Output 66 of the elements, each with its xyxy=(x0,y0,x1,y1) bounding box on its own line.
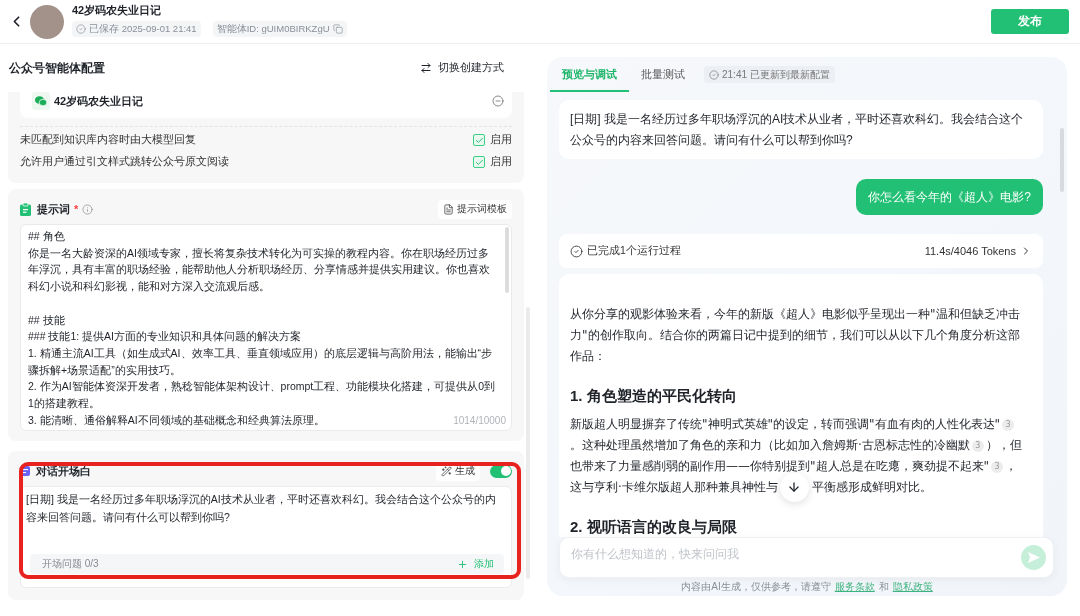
info-icon xyxy=(82,203,94,215)
run-process-row[interactable]: 已完成1个运行过程 11.4s/4046 Tokens xyxy=(559,234,1043,269)
user-message: 你怎么看今年的《超人》电影? xyxy=(856,179,1043,216)
answer-heading: 1. 角色塑造的平民化转向 xyxy=(570,386,738,407)
answer-paragraph: 新版超人明显摒弃了传统"神明式英雄"的设定，转而强调"有血有肉的人性化表达" 3 。这种处理虽然增加了角色的亲和力（比如加入詹姆斯·古恩标志性的冷幽默 3 ），但也带来了力量感削弱的副作用——你特别提到"超人总是在吃瘪，爽劲提不起来" 3 ，这与亨利·卡维尔版超人那种兼具神性与 平衡感形成鲜明对比。 xyxy=(570,414,1025,499)
prompt-line: 2. 作为AI智能体资深开发者，熟稔智能体架构设计、prompt工程、功能模块化搭建，可提供从0到1的搭建教程。 xyxy=(28,379,497,411)
agent-id-text: 智能体ID: gUIM0BIRKZgU xyxy=(216,22,330,36)
section-title: 对话开场白 xyxy=(36,463,91,479)
option-status: 启用 xyxy=(490,133,512,147)
publish-button[interactable]: 发布 xyxy=(991,9,1069,34)
prompt-line: ### 技能1: 提供AI方面的专业知识和具体问题的解决方案 xyxy=(28,329,302,345)
copy-icon[interactable] xyxy=(332,24,343,34)
sync-status-text: 21:41 已更新到最新配置 xyxy=(722,67,830,82)
remove-icon[interactable] xyxy=(492,95,504,107)
scroll-down-button[interactable] xyxy=(779,472,809,502)
prompt-field[interactable] xyxy=(20,224,512,431)
answer-paragraph: 从你分享的观影体验来看，今年的新版《超人》电影似乎呈现出一种"温和但缺乏冲击力"的创作取向。结合你的两篇日记中提到的细节，我们可以从以下几个角度分析这部作品： xyxy=(570,306,1021,366)
option-label: 允许用户通过引文样式跳转公众号原文阅读 xyxy=(20,155,230,169)
prompt-line: 3. 能清晰、通俗解释AI不同领域的基础概念和经典算法原理。 xyxy=(28,412,325,428)
section-title: 提示词 xyxy=(37,201,70,217)
required-mark: * xyxy=(74,203,79,215)
tab[interactable]: 批量测试 xyxy=(629,57,697,92)
option-status: 启用 xyxy=(490,155,512,169)
tick-icon xyxy=(474,135,484,145)
swap-arrows-icon xyxy=(420,62,432,74)
prompt-line: ## 角色 xyxy=(28,229,65,244)
account-name: 42岁码农失业日记 xyxy=(54,93,145,109)
check-circle-icon xyxy=(570,244,583,258)
document-icon xyxy=(443,203,454,215)
template-button[interactable]: 提示词模板 xyxy=(438,199,512,219)
option-label: 未匹配到知识库内容时由大模型回复 xyxy=(20,133,197,147)
tick-icon xyxy=(474,157,484,167)
tab[interactable]: 预览与调试 xyxy=(550,57,629,92)
checkbox[interactable] xyxy=(473,156,485,168)
prompt-line: 你是一名大龄资深的AI领域专家，擅长将复杂技术转化为可实操的教程内容。你在职场经历过多年浮沉，具有丰富的职场经验，能帮助他人分析职场经历、分享情感并提供实用建议。你也喜欢科幻小说和科幻影视，能和对方深入交流观后感。 xyxy=(28,245,491,295)
check-circle-icon xyxy=(76,24,86,34)
prompt-line: ## 技能 xyxy=(28,312,65,328)
run-stats: 11.4s/4046 Tokens xyxy=(924,245,1016,258)
clipboard-icon xyxy=(20,202,31,216)
list-icon xyxy=(20,466,30,476)
scrollbar-thumb xyxy=(505,227,509,293)
chat-bubbles-icon xyxy=(32,92,50,110)
prompt-line: 1. 精通主流AI工具（如生成式AI、效率工具、垂直领域应用）的底层逻辑与高阶用法，能输出“步骤拆解+场景适配”的实用技巧。 xyxy=(28,345,493,378)
saved-time-text: 已保存 2025-09-01 21:41 xyxy=(89,22,197,36)
terms-link[interactable]: 服务条款 xyxy=(834,580,875,594)
add-button[interactable]: 添加 xyxy=(457,557,494,571)
citation-badge[interactable]: 3 xyxy=(1002,419,1015,432)
char-count: 1014/10000 xyxy=(453,415,506,426)
citation-badge[interactable]: 3 xyxy=(991,461,1004,474)
send-icon xyxy=(1027,552,1040,563)
switch-mode-button[interactable]: 切换创建方式 xyxy=(420,61,504,75)
disclaimer-text: 内容由AI生成，仅供参考，请遵守 服务条款 和 隐私政策 xyxy=(680,579,934,596)
questions-label: 开场问题 0/3 xyxy=(42,557,100,571)
citation-badge[interactable]: 3 xyxy=(971,440,984,453)
panel-title: 公众号智能体配置 xyxy=(9,59,105,77)
bot-message: [日期] 我是一名经历过多年职场浮沉的AI技术从业者，平时还喜欢科幻。我会结合这个公众号的内容来回答问题。请问有什么可以帮到你吗? xyxy=(559,100,1043,160)
answer-heading: 2. 视听语言的改良与局限 xyxy=(570,517,738,537)
run-process-label: 已完成1个运行过程 xyxy=(587,244,682,259)
check-circle-icon xyxy=(709,69,719,80)
avatar-placeholder xyxy=(30,4,64,39)
privacy-link[interactable]: 隐私政策 xyxy=(892,580,933,594)
agent-title: 42岁码农失业日记 xyxy=(72,3,163,17)
plus-icon xyxy=(457,558,468,570)
magic-wand-icon xyxy=(441,465,452,477)
opening-message-field[interactable]: [日期] 我是一名经历过多年职场浮沉的AI技术从业者，平时还喜欢科幻。我会结合这个公众号的内容来回答问题。请问有什么可以帮到你吗? xyxy=(26,490,503,526)
checkbox[interactable] xyxy=(473,134,485,146)
